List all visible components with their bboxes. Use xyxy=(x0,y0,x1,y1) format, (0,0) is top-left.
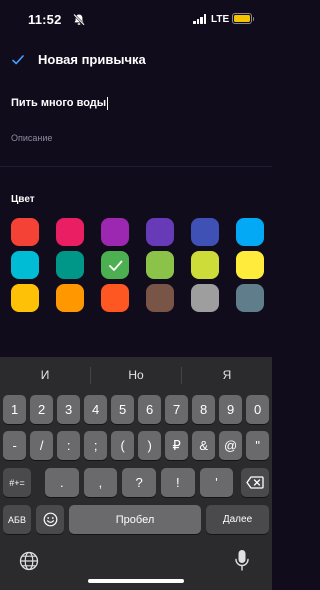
color-swatch[interactable] xyxy=(191,218,219,246)
status-bar: 11:52 LTE xyxy=(0,0,272,40)
suggestion-3[interactable]: Я xyxy=(182,368,272,382)
cellular-signal-icon xyxy=(193,14,207,24)
key[interactable]: 1 xyxy=(3,395,27,424)
suggestion-bar: И Но Я xyxy=(0,357,272,393)
key[interactable]: 3 xyxy=(57,395,81,424)
key[interactable]: 8 xyxy=(192,395,216,424)
key[interactable]: & xyxy=(192,431,216,460)
page-title: Новая привычка xyxy=(38,52,146,67)
keyboard: И Но Я 1 2 3 4 5 6 7 8 9 0 - /:;() ₽ & @ ".,?! ' #+= АБВ… xyxy=(0,357,272,590)
color-swatch[interactable] xyxy=(191,284,219,312)
status-time: 11:52 xyxy=(28,12,62,27)
color-swatch[interactable] xyxy=(191,251,219,279)
key[interactable]: @ xyxy=(219,431,243,460)
symbols-key[interactable]: #+= xyxy=(3,468,31,497)
key[interactable]: ( xyxy=(111,431,135,460)
color-swatch[interactable] xyxy=(11,284,39,312)
color-swatch[interactable] xyxy=(101,251,129,279)
backspace-icon xyxy=(246,476,264,489)
selected-check-icon xyxy=(108,260,122,271)
key[interactable]: ) xyxy=(138,431,162,460)
color-swatch[interactable] xyxy=(56,284,84,312)
key[interactable]: 4 xyxy=(84,395,108,424)
color-swatch[interactable] xyxy=(236,218,264,246)
color-swatch[interactable] xyxy=(236,284,264,312)
return-key[interactable]: Далее xyxy=(206,505,269,534)
microphone-icon[interactable] xyxy=(234,549,250,573)
abc-key[interactable]: АБВ xyxy=(3,505,31,534)
colors-label: Цвет xyxy=(11,194,35,205)
network-type: LTE xyxy=(211,14,230,25)
home-indicator xyxy=(88,579,184,583)
color-swatch[interactable] xyxy=(101,218,129,246)
suggestion-2[interactable]: Но xyxy=(91,368,181,382)
color-swatch[interactable] xyxy=(146,284,174,312)
key[interactable]: . xyxy=(45,468,79,497)
habit-name-value: Пить много воды xyxy=(11,97,107,109)
key[interactable]: ? xyxy=(122,468,156,497)
color-swatch[interactable] xyxy=(101,284,129,312)
color-swatch[interactable] xyxy=(146,218,174,246)
color-swatch[interactable] xyxy=(56,218,84,246)
description-input[interactable]: Описание xyxy=(11,133,261,147)
text-cursor xyxy=(107,96,109,110)
color-swatch[interactable] xyxy=(236,251,264,279)
key[interactable]: ' xyxy=(199,468,234,497)
check-icon[interactable] xyxy=(12,54,24,66)
key[interactable]: 0 xyxy=(246,395,270,424)
emoji-key[interactable] xyxy=(36,505,64,534)
key[interactable]: , xyxy=(83,468,118,497)
key[interactable]: / xyxy=(30,431,54,460)
color-swatch[interactable] xyxy=(146,251,174,279)
color-swatch[interactable] xyxy=(11,218,39,246)
key[interactable]: ; xyxy=(84,431,108,460)
key[interactable]: 6 xyxy=(138,395,162,424)
backspace-key[interactable] xyxy=(241,468,269,497)
key[interactable]: 7 xyxy=(165,395,189,424)
globe-icon[interactable] xyxy=(18,550,40,572)
key[interactable]: ! xyxy=(161,468,195,497)
suggestion-1[interactable]: И xyxy=(0,368,90,382)
key[interactable]: 5 xyxy=(111,395,135,424)
key[interactable]: : xyxy=(57,431,81,460)
key[interactable]: 2 xyxy=(30,395,54,424)
color-swatch[interactable] xyxy=(56,251,84,279)
space-key[interactable]: Пробел xyxy=(69,505,201,534)
habit-name-input[interactable]: Пить много воды xyxy=(11,94,261,112)
key[interactable]: - xyxy=(3,431,27,460)
bell-off-icon xyxy=(73,13,85,26)
divider xyxy=(0,166,272,167)
emoji-icon xyxy=(43,512,57,527)
key[interactable]: " xyxy=(246,431,270,460)
battery-icon xyxy=(232,13,254,24)
key[interactable]: ₽ xyxy=(165,431,189,460)
key[interactable]: 9 xyxy=(219,395,243,424)
color-swatch[interactable] xyxy=(11,251,39,279)
